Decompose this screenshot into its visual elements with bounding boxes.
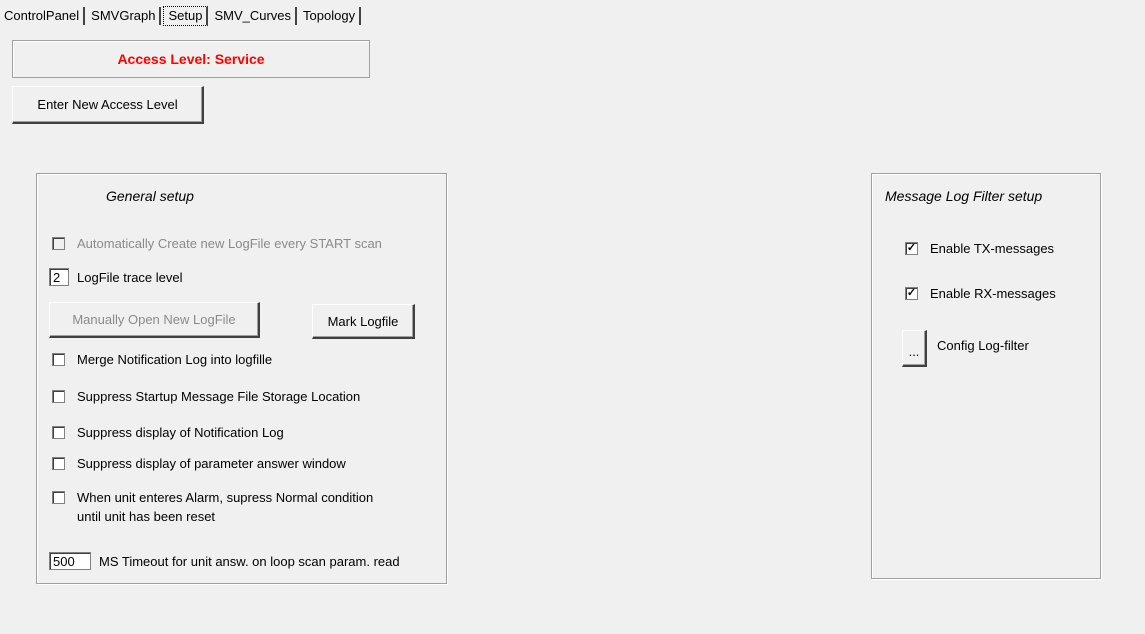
tab-smvgraph[interactable]: SMVGraph [87, 7, 162, 25]
auto-create-logfile-checkbox[interactable] [52, 237, 65, 250]
enable-rx-checkbox[interactable]: ✓ [905, 287, 918, 300]
config-log-filter-button[interactable]: ... [902, 330, 927, 367]
access-level-display: Access Level: Service [12, 40, 370, 78]
mark-logfile-button[interactable]: Mark Logfile [312, 304, 415, 339]
enable-rx-row: ✓ Enable RX-messages [905, 286, 1056, 301]
access-level-label: Access Level: Service [117, 51, 265, 67]
suppress-param-checkbox[interactable] [52, 457, 65, 470]
open-new-logfile-label: Manually Open New LogFile [72, 312, 236, 327]
timeout-label: MS Timeout for unit answ. on loop scan p… [99, 553, 400, 569]
trace-level-input[interactable]: 2 [49, 268, 69, 286]
enable-tx-row: ✓ Enable TX-messages [905, 241, 1054, 256]
suppress-param-label: Suppress display of parameter answer win… [77, 456, 346, 471]
config-log-filter-label: Config Log-filter [937, 338, 1029, 353]
tab-controlpanel[interactable]: ControlPanel [0, 7, 86, 25]
enable-tx-checkbox[interactable]: ✓ [905, 242, 918, 255]
alarm-label: When unit enteres Alarm, supress Normal … [77, 488, 373, 526]
alarm-checkbox[interactable] [52, 491, 65, 504]
tab-setup[interactable]: Setup [163, 6, 209, 26]
alarm-label-line2: until unit has been reset [77, 509, 216, 524]
suppress-startup-checkbox[interactable] [52, 390, 65, 403]
config-log-filter-button-label: ... [908, 344, 920, 359]
mark-logfile-label: Mark Logfile [327, 313, 399, 329]
trace-level-label: LogFile trace level [77, 269, 183, 285]
message-log-filter-title: Message Log Filter setup [885, 188, 1043, 204]
general-setup-title: General setup [106, 188, 194, 204]
enable-rx-label: Enable RX-messages [930, 286, 1056, 301]
trace-level-row: 2 LogFile trace level [49, 268, 183, 286]
tab-smv-curves[interactable]: SMV_Curves [210, 7, 298, 25]
auto-create-logfile-row: Automatically Create new LogFile every S… [52, 236, 382, 251]
alarm-label-line1: When unit enteres Alarm, supress Normal … [77, 490, 374, 505]
message-log-filter-group: Message Log Filter setup [871, 173, 1101, 579]
suppress-notification-row: Suppress display of Notification Log [52, 425, 284, 440]
enter-access-level-label: Enter New Access Level [37, 97, 178, 112]
suppress-startup-row: Suppress Startup Message File Storage Lo… [52, 389, 360, 404]
suppress-notification-label: Suppress display of Notification Log [77, 425, 284, 440]
config-log-filter-row: Config Log-filter [937, 338, 1029, 353]
suppress-startup-label: Suppress Startup Message File Storage Lo… [77, 389, 361, 404]
timeout-input[interactable]: 500 [49, 552, 91, 570]
enable-tx-label: Enable TX-messages [930, 241, 1055, 256]
timeout-row: 500 MS Timeout for unit answ. on loop sc… [49, 552, 400, 570]
tab-topology[interactable]: Topology [299, 7, 362, 25]
tab-bar: ControlPanel SMVGraph Setup SMV_Curves T… [0, 6, 363, 26]
auto-create-logfile-label: Automatically Create new LogFile every S… [77, 236, 382, 251]
suppress-param-row: Suppress display of parameter answer win… [52, 456, 346, 471]
suppress-notification-checkbox[interactable] [52, 426, 65, 439]
merge-notification-checkbox[interactable] [52, 353, 65, 366]
alarm-row: When unit enteres Alarm, supress Normal … [52, 488, 373, 526]
merge-notification-row: Merge Notification Log into logfille [52, 352, 272, 367]
enter-access-level-button[interactable]: Enter New Access Level [12, 86, 204, 124]
open-new-logfile-button[interactable]: Manually Open New LogFile [49, 302, 260, 338]
merge-notification-label: Merge Notification Log into logfille [77, 352, 273, 367]
